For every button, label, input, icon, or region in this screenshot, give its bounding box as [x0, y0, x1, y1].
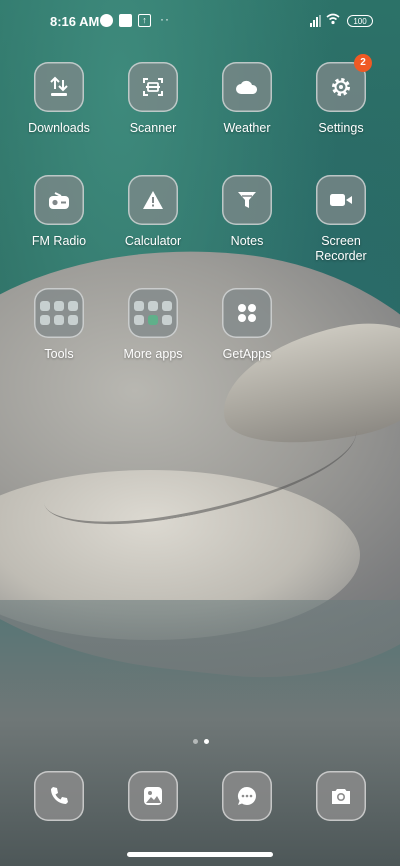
- screen-recorder-icon: [316, 175, 366, 225]
- app-settings[interactable]: 2 Settings: [297, 54, 385, 136]
- app-getapps[interactable]: GetApps: [203, 288, 291, 362]
- calculator-icon: [128, 175, 178, 225]
- app-label: FM Radio: [31, 234, 87, 248]
- app-downloads[interactable]: Downloads: [15, 62, 103, 136]
- scanner-icon: [128, 62, 178, 112]
- notification-app-icon: [119, 14, 132, 27]
- phone-icon: [34, 771, 84, 821]
- dock-messages[interactable]: [203, 771, 291, 821]
- app-weather[interactable]: Weather: [203, 62, 291, 136]
- app-notes[interactable]: Notes: [203, 175, 291, 249]
- app-label: Screen Recorder: [315, 234, 367, 263]
- app-label: GetApps: [222, 347, 272, 361]
- gallery-icon: [128, 771, 178, 821]
- app-label: More apps: [123, 347, 183, 361]
- notification-icon: [100, 14, 113, 27]
- folder-icon: [34, 288, 84, 338]
- notification-badge: 2: [354, 54, 372, 72]
- status-bar: 8:16 AM ↑ ·· 100: [0, 0, 400, 42]
- more-notifications-icon: ··: [160, 12, 170, 26]
- wifi-icon: [326, 13, 340, 28]
- notes-icon: [222, 175, 272, 225]
- weather-icon: [222, 62, 272, 112]
- getapps-icon: [222, 288, 272, 338]
- app-label: Tools: [44, 347, 74, 361]
- app-scanner[interactable]: Scanner: [109, 62, 197, 136]
- app-screen-recorder[interactable]: Screen Recorder: [297, 175, 385, 264]
- settings-icon: 2: [316, 54, 372, 112]
- app-label: Notes: [230, 234, 264, 248]
- messages-icon: [222, 771, 272, 821]
- gesture-bar[interactable]: [127, 852, 273, 857]
- app-label: Scanner: [129, 121, 177, 135]
- signal-icon: [310, 15, 322, 27]
- downloads-icon: [34, 62, 84, 112]
- app-label: Calculator: [124, 234, 182, 248]
- battery-indicator: 100: [347, 15, 373, 27]
- app-label: Weather: [223, 121, 271, 135]
- status-time: 8:16 AM: [50, 14, 100, 29]
- app-label: Downloads: [28, 121, 90, 135]
- upload-icon: ↑: [138, 14, 151, 27]
- camera-icon: [316, 771, 366, 821]
- folder-icon: [128, 288, 178, 338]
- folder-more-apps[interactable]: More apps: [109, 288, 197, 362]
- page-dot-active[interactable]: [204, 739, 209, 744]
- page-indicator[interactable]: [190, 731, 212, 749]
- folder-tools[interactable]: Tools: [15, 288, 103, 362]
- page-dot[interactable]: [193, 739, 198, 744]
- app-calculator[interactable]: Calculator: [109, 175, 197, 249]
- radio-icon: [34, 175, 84, 225]
- app-label: Settings: [318, 121, 364, 135]
- dock-phone[interactable]: [15, 771, 103, 821]
- dock-camera[interactable]: [297, 771, 385, 821]
- app-fm-radio[interactable]: FM Radio: [15, 175, 103, 249]
- dock-gallery[interactable]: [109, 771, 197, 821]
